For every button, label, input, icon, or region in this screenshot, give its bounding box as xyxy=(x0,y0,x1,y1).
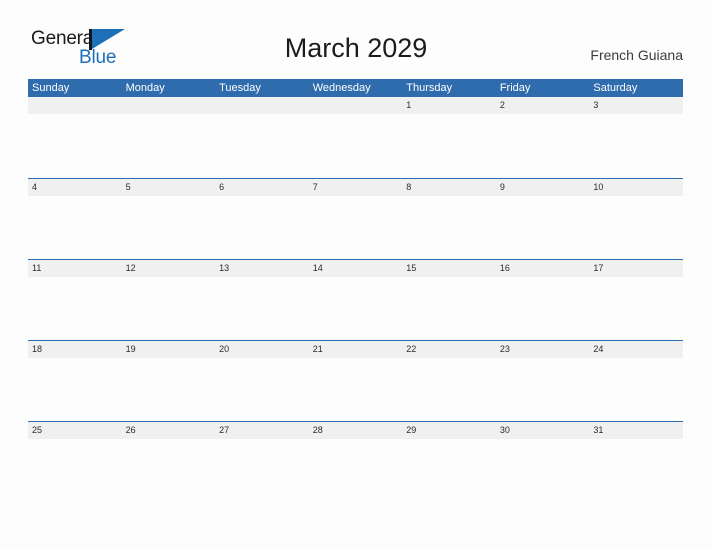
week-date-band: 18 19 20 21 22 23 24 xyxy=(28,340,683,358)
day-cell[interactable]: 14 xyxy=(309,260,403,277)
week-date-band: 4 5 6 7 8 9 10 xyxy=(28,178,683,196)
weekday-header-saturday: Saturday xyxy=(593,82,638,94)
week-body xyxy=(28,114,683,177)
day-cell[interactable]: 1 xyxy=(402,97,496,114)
day-cell[interactable]: 23 xyxy=(496,341,590,358)
week-row: 11 12 13 14 15 16 17 xyxy=(28,259,683,340)
week-body xyxy=(28,439,683,502)
day-cell[interactable] xyxy=(215,97,309,114)
day-cell[interactable]: 24 xyxy=(589,341,683,358)
day-cell[interactable] xyxy=(122,97,216,114)
day-cell[interactable]: 28 xyxy=(309,422,403,439)
day-cell[interactable]: 3 xyxy=(589,97,683,114)
day-cell[interactable]: 16 xyxy=(496,260,590,277)
week-body xyxy=(28,277,683,340)
day-cell[interactable]: 26 xyxy=(122,422,216,439)
week-row: 4 5 6 7 8 9 10 xyxy=(28,178,683,259)
day-cell[interactable]: 25 xyxy=(28,422,122,439)
day-cell[interactable]: 29 xyxy=(402,422,496,439)
day-cell[interactable]: 19 xyxy=(122,341,216,358)
weekday-header-monday: Monday xyxy=(125,82,165,94)
week-date-band: 11 12 13 14 15 16 17 xyxy=(28,259,683,277)
day-cell[interactable]: 18 xyxy=(28,341,122,358)
day-cell[interactable]: 17 xyxy=(589,260,683,277)
day-cell[interactable]: 13 xyxy=(215,260,309,277)
day-cell[interactable]: 21 xyxy=(309,341,403,358)
day-cell[interactable]: 15 xyxy=(402,260,496,277)
week-date-band: 25 26 27 28 29 30 31 xyxy=(28,421,683,439)
page-header: General Blue March 2029 French Guiana xyxy=(0,0,712,78)
day-cell[interactable]: 2 xyxy=(496,97,590,114)
day-cell[interactable]: 30 xyxy=(496,422,590,439)
day-cell[interactable]: 10 xyxy=(589,179,683,196)
day-cell[interactable]: 20 xyxy=(215,341,309,358)
weekday-header-tuesday: Tuesday xyxy=(219,82,261,94)
day-cell[interactable]: 31 xyxy=(589,422,683,439)
week-row: 1 2 3 xyxy=(28,97,683,178)
day-cell[interactable]: 12 xyxy=(122,260,216,277)
weekday-header-wednesday: Wednesday xyxy=(312,82,371,94)
day-cell[interactable]: 5 xyxy=(122,179,216,196)
calendar-grid: Sunday Monday Tuesday Wednesday Thursday… xyxy=(28,79,683,502)
weekday-header-thursday: Thursday xyxy=(406,82,453,94)
day-cell[interactable]: 27 xyxy=(215,422,309,439)
locale-label: French Guiana xyxy=(590,47,683,63)
day-cell[interactable]: 9 xyxy=(496,179,590,196)
week-row: 18 19 20 21 22 23 24 xyxy=(28,340,683,421)
weekday-header-sunday: Sunday xyxy=(32,82,70,94)
day-cell[interactable]: 4 xyxy=(28,179,122,196)
day-cell[interactable]: 7 xyxy=(309,179,403,196)
day-cell[interactable] xyxy=(28,97,122,114)
day-cell[interactable]: 6 xyxy=(215,179,309,196)
week-date-band: 1 2 3 xyxy=(28,97,683,114)
week-row: 25 26 27 28 29 30 31 xyxy=(28,421,683,502)
week-body xyxy=(28,196,683,259)
week-body xyxy=(28,358,683,421)
day-cell[interactable]: 8 xyxy=(402,179,496,196)
weekday-header-friday: Friday xyxy=(499,82,531,94)
weekday-header-row: Sunday Monday Tuesday Wednesday Thursday… xyxy=(28,79,683,97)
day-cell[interactable]: 11 xyxy=(28,260,122,277)
day-cell[interactable] xyxy=(309,97,403,114)
day-cell[interactable]: 22 xyxy=(402,341,496,358)
